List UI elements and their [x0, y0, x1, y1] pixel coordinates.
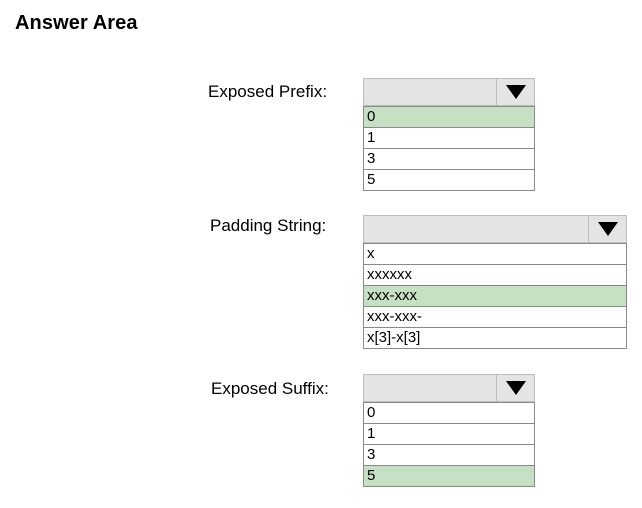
option-x3-x3[interactable]: x[3]-x[3]: [364, 327, 626, 348]
padding-string-option-list: x xxxxxx xxx-xxx xxx-xxx- x[3]-x[3]: [363, 243, 627, 349]
option-1[interactable]: 1: [364, 127, 534, 148]
option-xxxxxx[interactable]: xxxxxx: [364, 264, 626, 285]
exposed-suffix-dropdown-header[interactable]: [363, 374, 535, 402]
answer-area-title: Answer Area: [15, 12, 138, 34]
option-xxx-xxx-dash[interactable]: xxx-xxx-: [364, 306, 626, 327]
exposed-prefix-dropdown[interactable]: 0 1 3 5: [363, 78, 535, 191]
padding-string-dropdown[interactable]: x xxxxxx xxx-xxx xxx-xxx- x[3]-x[3]: [363, 215, 627, 349]
option-0-selected[interactable]: 0: [364, 106, 534, 127]
exposed-suffix-label: Exposed Suffix:: [211, 379, 329, 398]
exposed-suffix-dropdown[interactable]: 0 1 3 5: [363, 374, 535, 487]
option-0[interactable]: 0: [364, 402, 534, 423]
padding-string-label: Padding String:: [210, 216, 327, 235]
exposed-prefix-dropdown-header[interactable]: [363, 78, 535, 106]
padding-string-dropdown-header[interactable]: [363, 215, 627, 243]
exposed-prefix-option-list: 0 1 3 5: [363, 106, 535, 191]
option-5-selected[interactable]: 5: [364, 465, 534, 486]
option-3[interactable]: 3: [364, 148, 534, 169]
option-x[interactable]: x: [364, 243, 626, 264]
option-1[interactable]: 1: [364, 423, 534, 444]
exposed-prefix-label: Exposed Prefix:: [208, 82, 328, 101]
option-xxx-xxx-selected[interactable]: xxx-xxx: [364, 285, 626, 306]
triangle-down-icon[interactable]: [588, 216, 626, 242]
exposed-suffix-option-list: 0 1 3 5: [363, 402, 535, 487]
option-5[interactable]: 5: [364, 169, 534, 190]
option-3[interactable]: 3: [364, 444, 534, 465]
triangle-down-icon[interactable]: [496, 375, 534, 401]
triangle-down-icon[interactable]: [496, 79, 534, 105]
